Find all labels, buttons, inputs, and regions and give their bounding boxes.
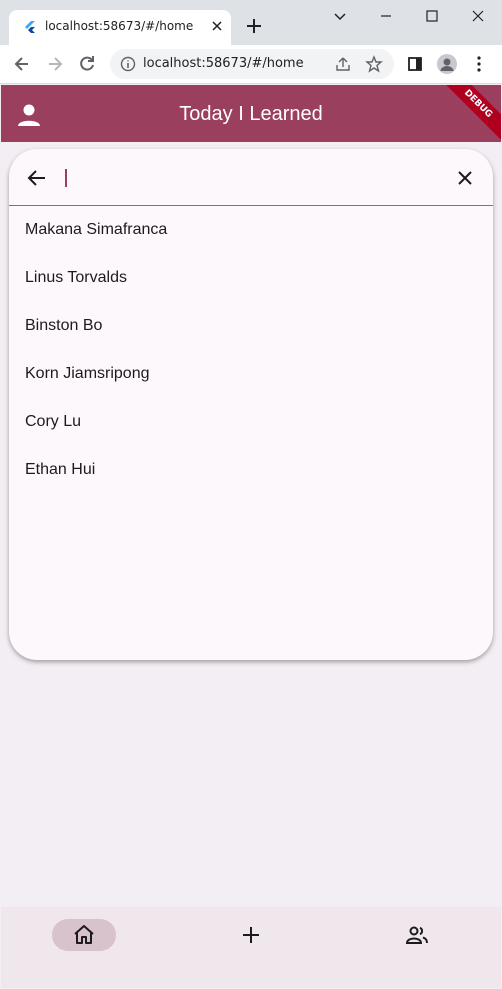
list-item[interactable]: Linus Torvalds xyxy=(9,254,493,302)
tab-title: localhost:58673/#/home xyxy=(45,19,194,33)
close-window-icon[interactable] xyxy=(468,6,488,26)
bookmark-star-icon[interactable] xyxy=(365,55,383,73)
bottom-navigation-bar xyxy=(1,907,501,988)
list-item[interactable]: Ethan Hui xyxy=(9,446,493,494)
add-icon xyxy=(243,927,259,943)
app-title: Today I Learned xyxy=(179,103,323,125)
nav-home[interactable] xyxy=(52,919,116,951)
close-tab-icon[interactable] xyxy=(210,19,224,33)
nav-people[interactable] xyxy=(385,919,449,951)
browser-tab[interactable]: localhost:58673/#/home xyxy=(9,10,231,45)
maximize-icon[interactable] xyxy=(422,6,442,26)
new-tab-icon[interactable] xyxy=(244,16,264,36)
address-bar[interactable]: localhost:58673/#/home xyxy=(110,49,394,79)
browser-tab-strip: localhost:58673/#/home xyxy=(0,0,502,45)
search-bar xyxy=(9,149,493,206)
tab-search-chevron-icon[interactable] xyxy=(330,6,350,26)
app-viewport: Today I Learned DEBUG Makana Simafranca … xyxy=(1,85,501,988)
list-item[interactable]: Binston Bo xyxy=(9,302,493,350)
people-icon xyxy=(405,926,428,944)
minimize-icon[interactable] xyxy=(376,6,396,26)
list-item[interactable]: Makana Simafranca xyxy=(9,206,493,254)
site-info-icon[interactable] xyxy=(120,56,136,72)
back-icon[interactable] xyxy=(12,54,32,74)
back-arrow-icon[interactable] xyxy=(25,166,49,190)
list-item[interactable]: Korn Jiamsripong xyxy=(9,350,493,398)
search-input[interactable] xyxy=(71,163,441,193)
search-view: Makana Simafranca Linus Torvalds Binston… xyxy=(9,149,493,660)
url-text: localhost:58673/#/home xyxy=(143,56,304,71)
forward-icon[interactable] xyxy=(45,54,65,74)
reload-icon[interactable] xyxy=(77,54,97,74)
person-icon xyxy=(440,58,454,71)
home-icon xyxy=(74,925,94,944)
text-cursor xyxy=(65,169,67,187)
search-results-list: Makana Simafranca Linus Torvalds Binston… xyxy=(9,206,493,494)
app-bar: Today I Learned DEBUG xyxy=(1,85,501,143)
browser-profile-avatar[interactable] xyxy=(437,54,457,74)
list-item[interactable]: Cory Lu xyxy=(9,398,493,446)
side-panel-icon[interactable] xyxy=(405,54,425,74)
flutter-favicon-icon xyxy=(25,21,35,33)
browser-menu-icon[interactable] xyxy=(469,54,489,74)
nav-add[interactable] xyxy=(219,919,283,951)
share-icon[interactable] xyxy=(334,55,352,73)
browser-toolbar: localhost:58673/#/home xyxy=(0,45,502,84)
close-icon[interactable] xyxy=(453,166,477,190)
